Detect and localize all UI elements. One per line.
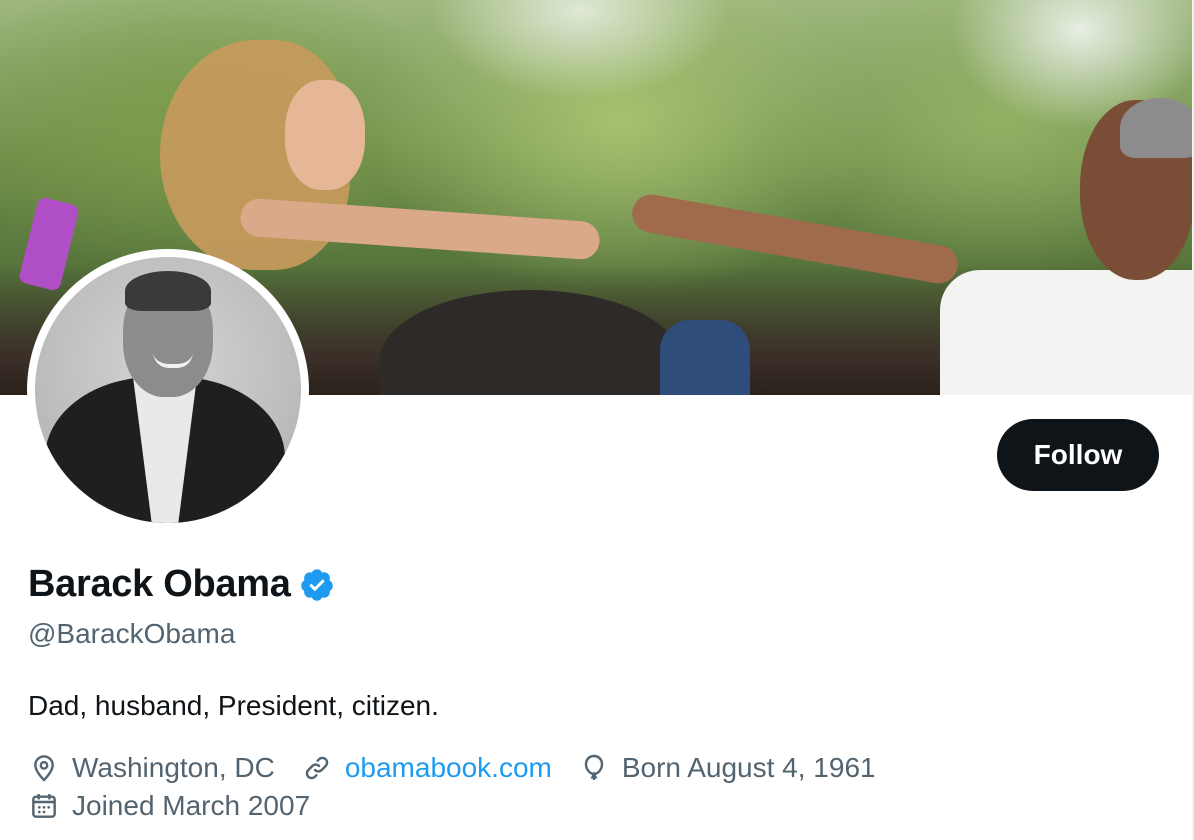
profile-meta-row: Washington, DC obamabook.com Born August…	[28, 752, 902, 784]
location-pin-icon	[34, 755, 54, 782]
profile-bio: Dad, husband, President, citizen.	[28, 690, 439, 721]
avatar[interactable]	[27, 249, 309, 531]
avatar-hair	[125, 271, 211, 311]
verified-badge-icon[interactable]	[299, 567, 335, 603]
birthday-item: Born August 4, 1961	[578, 752, 876, 784]
avatar-photo	[35, 257, 301, 523]
follow-button[interactable]: Follow	[997, 419, 1159, 491]
joined-item: Joined March 2007	[28, 790, 310, 822]
website-link[interactable]: obamabook.com	[345, 752, 552, 784]
website-item: obamabook.com	[301, 752, 552, 784]
banner-girl-face	[285, 80, 365, 190]
location-text: Washington, DC	[72, 752, 275, 783]
banner-crowd-sleeve	[660, 320, 750, 395]
banner-man-hair	[1120, 98, 1192, 158]
calendar-icon	[32, 794, 56, 818]
location-item: Washington, DC	[28, 752, 275, 784]
profile-name-row: Barack Obama	[28, 563, 335, 606]
profile-joined-row: Joined March 2007	[28, 790, 336, 822]
joined-text: Joined March 2007	[72, 790, 311, 821]
display-name: Barack Obama	[28, 563, 291, 605]
link-icon	[305, 756, 329, 780]
birthday-text: Born August 4, 1961	[621, 752, 876, 783]
balloon-icon	[584, 754, 604, 780]
profile-handle: @BarackObama	[28, 618, 236, 649]
banner-man-shirt	[940, 270, 1192, 395]
